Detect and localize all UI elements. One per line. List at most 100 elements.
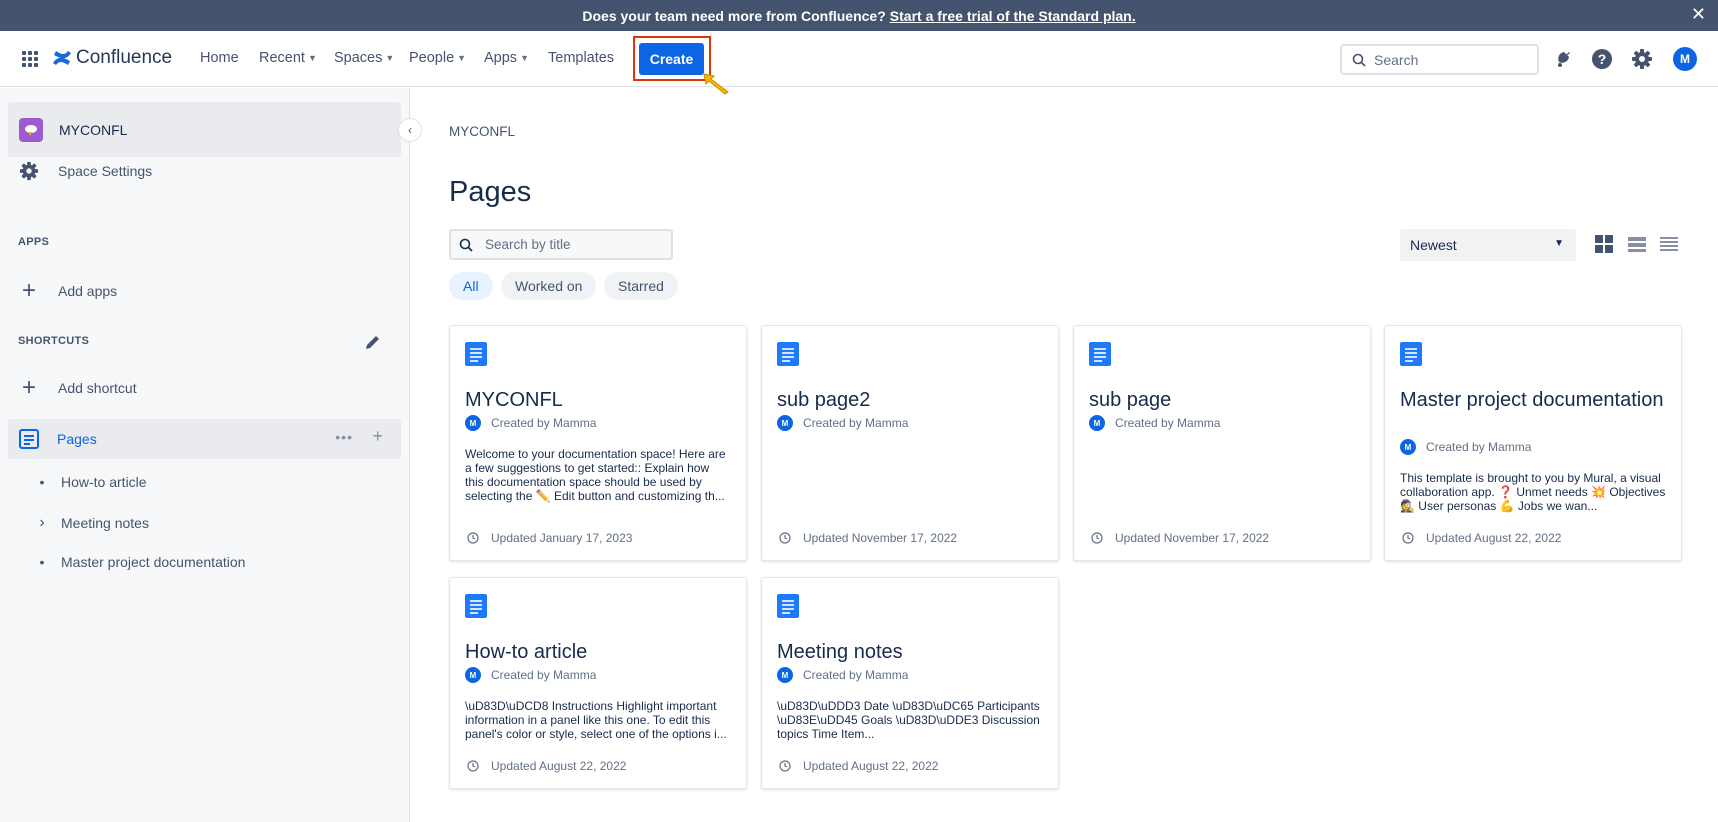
banner-trial-link[interactable]: Start a free trial of the Standard plan. [890,8,1136,24]
nav-spaces-label: Spaces [334,50,383,66]
filter-all[interactable]: All [449,272,493,300]
page-card-how-to-article[interactable]: How-to article M Created by Mamma \uD83D… [449,577,747,789]
space-header[interactable]: MYCONFL [8,102,401,157]
sort-select[interactable]: Newest ▼ [1400,229,1576,261]
tree-item-meeting-notes[interactable]: › Meeting notes [38,514,149,532]
space-name: MYCONFL [59,121,128,138]
page-card-master-project-documentation[interactable]: Master project documentation M Created b… [1384,325,1682,561]
page-card-sub-page[interactable]: sub page M Created by Mamma Updated Nove… [1073,325,1371,561]
create-button[interactable]: Create [639,43,704,75]
plus-icon: + [21,374,36,401]
tree-bullet: • [39,474,45,490]
gear-icon [17,161,41,181]
tree-item-label: Meeting notes [61,515,149,531]
author-avatar: M [465,667,481,683]
tree-item-label: How-to article [61,474,147,490]
chevron-down-icon: ▼ [307,53,317,63]
nav-spaces[interactable]: Spaces ▼ [334,50,394,66]
nav-apps-label: Apps [484,50,518,66]
global-search-input[interactable]: Search [1340,44,1539,75]
sort-value: Newest [1410,237,1457,253]
filter-starred[interactable]: Starred [604,272,678,300]
nav-people-label: People [409,50,455,66]
collapse-sidebar-button[interactable]: ‹ [398,118,422,142]
banner-text: Does your team need more from Confluence… [582,7,886,24]
card-updated-text: Updated August 22, 2022 [803,759,939,773]
author-avatar: M [1089,415,1105,431]
list-view-icon[interactable] [1627,234,1647,254]
page-document-icon [777,594,799,618]
nav-people[interactable]: People ▼ [409,50,466,66]
nav-templates[interactable]: Templates [548,50,614,66]
trial-banner: Does your team need more from Confluence… [0,0,1718,31]
confluence-mark-icon [53,51,71,65]
card-excerpt [1089,447,1355,503]
notifications-icon[interactable] [1551,47,1575,71]
chevron-down-icon: ▼ [457,53,467,63]
tree-item-label: Master project documentation [61,554,246,570]
app-switcher-icon[interactable] [22,51,38,67]
breadcrumb[interactable]: MYCONFL [449,124,515,139]
add-shortcut-link[interactable]: + Add shortcut [17,374,137,402]
card-updated: Updated August 22, 2022 [1402,531,1561,545]
card-updated-text: Updated August 22, 2022 [1426,531,1562,545]
card-excerpt: \uD83D\uDDD3 Date \uD83D\uDC65 Participa… [777,699,1040,741]
page-document-icon [777,342,799,366]
nav-home[interactable]: Home [200,50,239,66]
card-title: How-to article [465,641,588,663]
page-card-sub-page2[interactable]: sub page2 M Created by Mamma Updated Nov… [761,325,1059,561]
clock-icon [1091,532,1103,544]
add-shortcut-label: Add shortcut [58,380,137,396]
nav-recent-label: Recent [259,50,305,66]
logo-text: Confluence [76,47,173,68]
card-excerpt: Welcome to your documentation space! Her… [465,447,726,503]
clock-icon [1402,532,1414,544]
add-apps-link[interactable]: + Add apps [17,277,117,305]
page-card-meeting-notes[interactable]: Meeting notes M Created by Mamma \uD83D\… [761,577,1059,789]
search-by-title-input[interactable]: Search by title [449,229,673,260]
card-byline: M Created by Mamma [1400,439,1531,455]
tree-item-master-project-documentation[interactable]: • Master project documentation [38,554,246,570]
page-card-myconfl[interactable]: MYCONFL M Created by Mamma Welcome to yo… [449,325,747,561]
page-document-icon [465,594,487,618]
banner-close-button[interactable]: ✕ [1691,4,1706,25]
card-updated: Updated November 17, 2022 [1091,531,1269,545]
nav-recent[interactable]: Recent ▼ [259,50,317,66]
page-document-icon [1089,342,1111,366]
edit-pencil-icon[interactable] [364,333,382,351]
chevron-right-icon[interactable]: › [38,514,46,532]
pages-label: Pages [57,431,97,447]
chevron-down-icon: ▼ [1554,238,1564,249]
card-author: Created by Mamma [1426,440,1532,454]
author-avatar: M [777,667,793,683]
confluence-logo[interactable]: Confluence [52,47,172,69]
space-settings-link[interactable]: Space Settings [17,161,152,181]
nav-apps[interactable]: Apps ▼ [484,50,529,66]
author-avatar: M [777,415,793,431]
space-settings-label: Space Settings [58,163,153,179]
card-title: Master project documentation [1400,389,1664,411]
grid-view-icon[interactable] [1594,234,1614,254]
search-by-title-placeholder: Search by title [485,237,571,252]
card-byline: M Created by Mamma [777,667,908,683]
author-avatar: M [465,415,481,431]
sidebar-item-pages[interactable]: Pages ••• + [8,419,401,459]
user-avatar[interactable]: M [1673,47,1697,71]
more-actions-icon[interactable]: ••• [335,429,353,445]
create-child-page-button[interactable]: + [372,426,383,447]
pages-icon [19,429,39,449]
help-icon[interactable]: ? [1590,47,1614,71]
chevron-down-icon: ▼ [385,53,395,63]
compact-list-view-icon[interactable] [1659,234,1679,254]
tree-item-how-to-article[interactable]: • How-to article [38,474,147,490]
sidebar: MYCONFL ‹ Space Settings APPS + Add apps… [0,88,422,822]
chevron-down-icon: ▼ [520,53,529,63]
shortcuts-heading: SHORTCUTS [18,335,90,347]
filter-worked-on[interactable]: Worked on [501,272,597,300]
card-title: Meeting notes [777,641,903,663]
card-excerpt: This template is brought to you by Mural… [1400,471,1666,513]
card-excerpt: \uD83D\uDCD8 Instructions Highlight impo… [465,699,727,741]
card-updated: Updated August 22, 2022 [779,759,938,773]
settings-gear-icon[interactable] [1630,47,1654,71]
card-updated-text: Updated August 22, 2022 [491,759,627,773]
